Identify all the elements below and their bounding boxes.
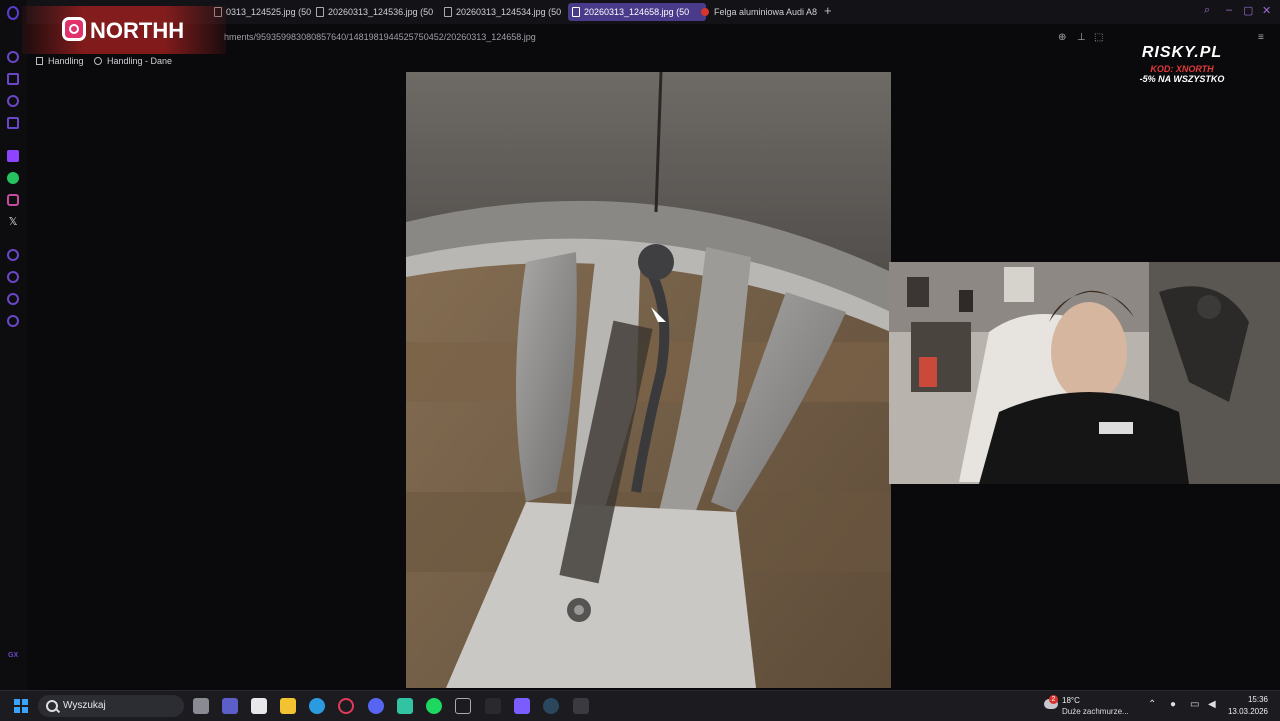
document-icon bbox=[316, 7, 324, 17]
new-tab-button[interactable]: + bbox=[824, 4, 832, 18]
minimize-button[interactable]: – bbox=[1226, 4, 1232, 16]
site-favicon-icon bbox=[701, 8, 709, 16]
bookmark-label: Handling bbox=[48, 56, 84, 66]
tab-label: 20260313_124536.jpg (50 bbox=[328, 7, 434, 17]
globe-icon bbox=[94, 57, 102, 65]
whatsapp-icon[interactable] bbox=[7, 172, 19, 184]
spotify-icon[interactable] bbox=[426, 698, 442, 714]
file-explorer-icon[interactable] bbox=[280, 698, 296, 714]
wheel-rim-photo bbox=[406, 72, 891, 688]
close-button[interactable]: ✕ bbox=[1262, 4, 1271, 17]
tab-label: 0313_124525.jpg (50 bbox=[226, 7, 312, 17]
wheel-rim-illustration bbox=[406, 72, 891, 688]
bookmark-label: Handling - Dane bbox=[107, 56, 173, 66]
microphone-icon[interactable]: ● bbox=[1170, 699, 1176, 710]
windows-start-icon[interactable] bbox=[14, 699, 28, 713]
taskbar-search-input[interactable]: Wyszukaj bbox=[38, 695, 184, 717]
tab-label: 20260313_124658.jpg (50 bbox=[584, 7, 690, 17]
chevron-up-icon[interactable]: ⌃ bbox=[1148, 699, 1156, 710]
app-feather-icon[interactable] bbox=[573, 698, 589, 714]
edge-browser-icon[interactable] bbox=[309, 698, 325, 714]
discord-icon[interactable] bbox=[368, 698, 384, 714]
streamer-handle-overlay: NORTHH bbox=[22, 6, 226, 54]
tab-felga-audi[interactable]: Felga aluminiowa Audi A8 bbox=[698, 3, 832, 21]
opera-logo-icon[interactable] bbox=[7, 6, 19, 20]
sponsor-code: KOD: XNORTH bbox=[1150, 64, 1214, 74]
tab-image-124536[interactable]: 20260313_124536.jpg (50 bbox=[312, 3, 446, 21]
network-icon[interactable]: ▭ bbox=[1190, 699, 1199, 710]
tab-image-124534[interactable]: 20260313_124534.jpg (50 bbox=[440, 3, 574, 21]
sponsor-overlay: RISKY.PL KOD: XNORTH -5% NA WSZYSTKO bbox=[1098, 44, 1266, 100]
address-bar[interactable]: hments/959359983080857640/14819819445257… bbox=[224, 32, 536, 42]
clock-date: 13.03.2026 bbox=[1227, 707, 1268, 716]
x-twitter-icon[interactable]: 𝕏 bbox=[7, 216, 19, 228]
music-icon[interactable] bbox=[7, 249, 19, 261]
notification-badge: 2 bbox=[1049, 695, 1058, 704]
streamer-handle: NORTHH bbox=[90, 18, 185, 43]
search-icon bbox=[46, 700, 58, 712]
history-icon[interactable] bbox=[7, 51, 19, 63]
taskbar: Wyszukaj 2 18°C Duże zachmurze... ⌃ ● ▭ … bbox=[0, 690, 1280, 721]
streamer-webcam-illustration bbox=[889, 262, 1280, 484]
weather-temp: 18°C bbox=[1062, 696, 1080, 705]
tab-label: 20260313_124534.jpg (50 bbox=[456, 7, 562, 17]
app-icon[interactable] bbox=[455, 698, 471, 714]
document-icon bbox=[572, 7, 580, 17]
volume-icon[interactable]: ◀ bbox=[1208, 699, 1216, 710]
weather-desc: Duże zachmurze... bbox=[1062, 707, 1129, 716]
store-icon[interactable] bbox=[251, 698, 267, 714]
steam-icon[interactable] bbox=[543, 698, 559, 714]
bookmark-handling-dane[interactable]: Handling - Dane bbox=[94, 56, 172, 66]
search-tabs-icon[interactable]: ⌕ bbox=[1204, 4, 1210, 17]
grid-app-icon[interactable] bbox=[514, 698, 530, 714]
system-clock[interactable]: 15:36 13.03.2026 bbox=[1222, 694, 1268, 718]
task-view-icon[interactable] bbox=[193, 698, 209, 714]
tab-image-124525[interactable]: 0313_124525.jpg (50 bbox=[210, 3, 318, 21]
document-icon bbox=[444, 7, 452, 17]
app-g-icon[interactable] bbox=[485, 698, 501, 714]
clock-time: 15:36 bbox=[1247, 695, 1268, 704]
snapshot-icon[interactable]: ⬚ bbox=[1094, 32, 1103, 43]
sponsor-promo: -5% NA WSZYSTKO bbox=[1139, 74, 1225, 84]
pin-icon[interactable]: ⊥ bbox=[1077, 32, 1086, 43]
teams-icon[interactable] bbox=[222, 698, 238, 714]
zoom-icon[interactable]: ⊕ bbox=[1058, 32, 1066, 43]
tab-image-124658[interactable]: 20260313_124658.jpg (50 bbox=[568, 3, 706, 21]
news-icon[interactable] bbox=[7, 117, 19, 129]
messenger-icon[interactable] bbox=[7, 95, 19, 107]
menu-icon[interactable]: ≡ bbox=[1258, 32, 1264, 43]
player-icon[interactable] bbox=[7, 73, 19, 85]
sidebar: 𝕏 GX bbox=[0, 0, 27, 690]
weather-widget[interactable]: 2 18°C Duże zachmurze... bbox=[1040, 693, 1136, 719]
sponsor-logo: RISKY.PL bbox=[1141, 44, 1223, 61]
instagram-logo-icon bbox=[62, 17, 86, 41]
maximize-button[interactable]: ▢ bbox=[1243, 4, 1253, 17]
bookmark-icon bbox=[36, 57, 43, 65]
bookmark-handling[interactable]: Handling bbox=[36, 56, 84, 66]
settings-gear-icon[interactable] bbox=[7, 315, 19, 327]
instagram-icon[interactable] bbox=[7, 194, 19, 206]
streamlabs-icon[interactable] bbox=[397, 698, 413, 714]
gx-brand: GX bbox=[8, 652, 19, 659]
twitch-icon[interactable] bbox=[7, 150, 19, 162]
webcam-feed bbox=[889, 262, 1280, 484]
search-placeholder: Wyszukaj bbox=[63, 700, 106, 711]
extensions-icon[interactable] bbox=[7, 293, 19, 305]
opera-gx-icon[interactable] bbox=[338, 698, 354, 714]
tab-label: Felga aluminiowa Audi A8 bbox=[714, 7, 818, 17]
clock-icon[interactable] bbox=[7, 271, 19, 283]
